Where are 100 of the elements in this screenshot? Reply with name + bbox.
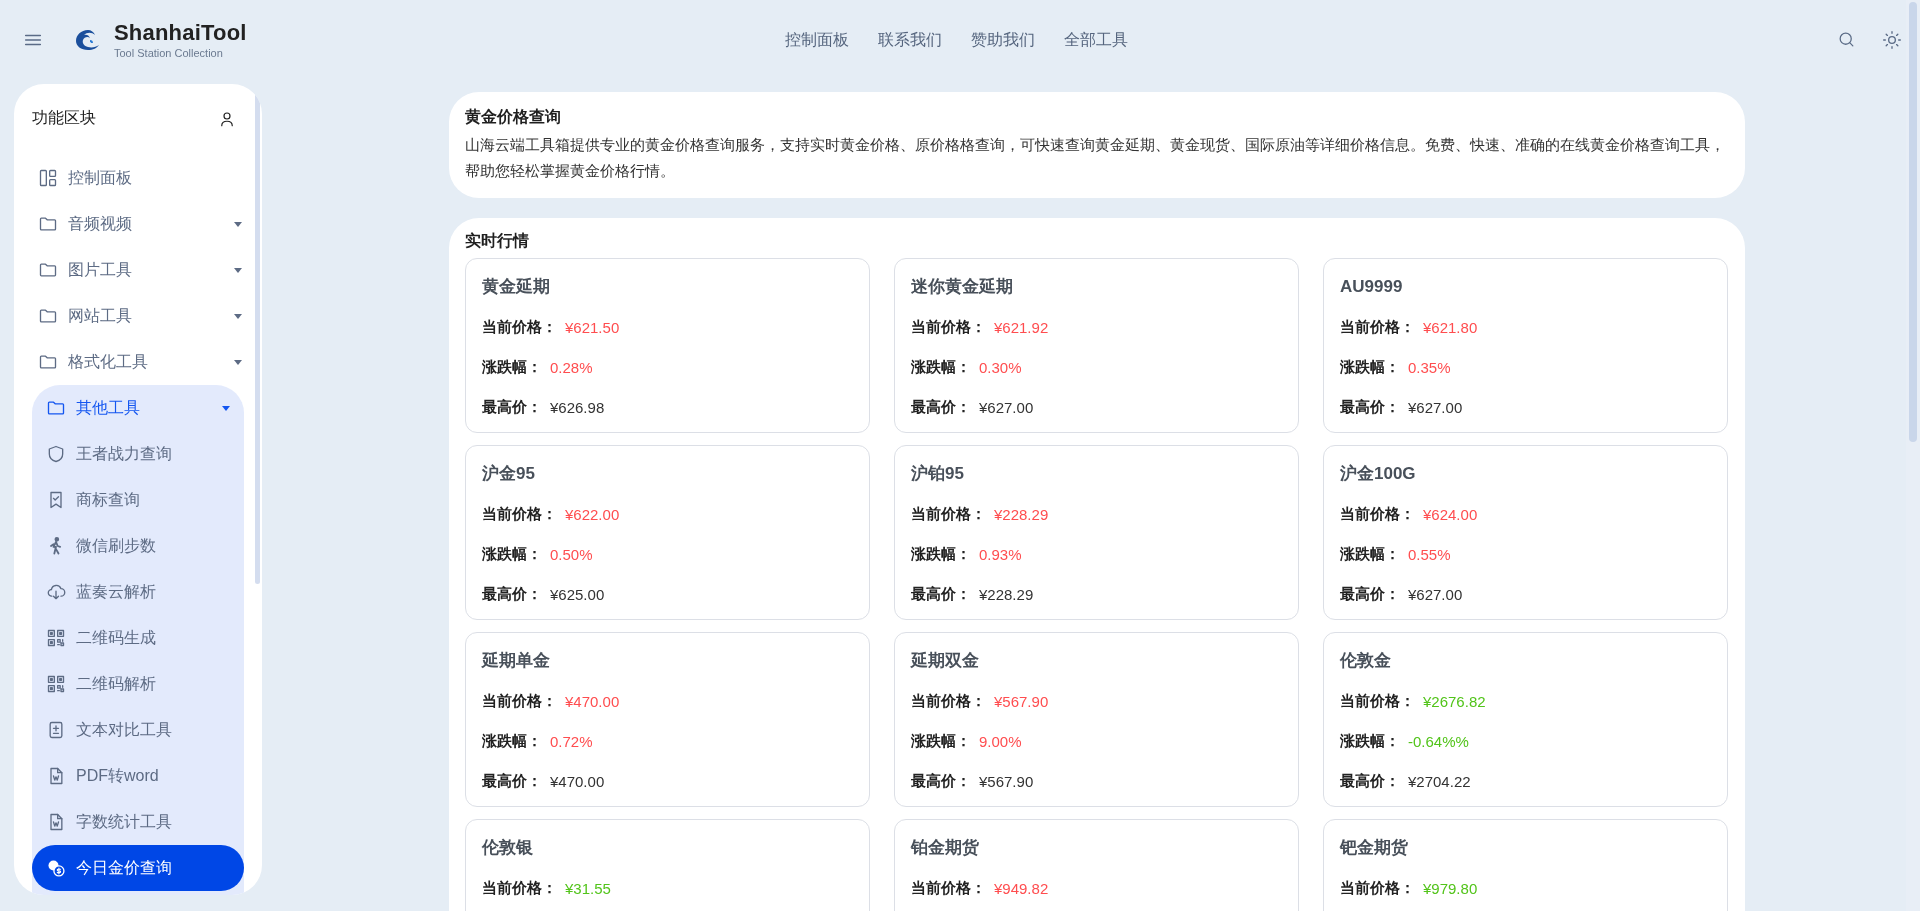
caret-icon xyxy=(234,221,242,227)
nav-link[interactable]: 全部工具 xyxy=(1064,25,1129,55)
sidebar-item[interactable]: 控制面板 xyxy=(14,155,262,201)
sidebar-item[interactable]: 图片工具 xyxy=(14,247,262,293)
field-label: 当前价格： xyxy=(482,878,557,898)
field-label: 涨跌幅： xyxy=(482,731,542,751)
card-title: 延期单金 xyxy=(482,650,551,672)
field-value: ¥31.55 xyxy=(565,879,611,897)
sidebar-item[interactable]: 商标查询 xyxy=(32,477,244,523)
field-label: 最高价： xyxy=(911,771,971,791)
dashboard-icon xyxy=(38,168,58,188)
intro-text: 山海云端工具箱提供专业的黄金价格查询服务，支持实时黄金价格、原价格格查询，可快速查询黄金延期、黄金现货、国际原油等详细价格信息。免费、快速、准确的在线黄金价格查询工具，帮助您轻松掌握黄金价格行情。 xyxy=(465,135,1726,181)
field-label: 当前价格： xyxy=(1340,691,1415,711)
shield-icon xyxy=(46,444,66,464)
cloud-download-icon xyxy=(46,582,66,602)
field-label: 涨跌幅： xyxy=(482,544,542,564)
qr-code-icon xyxy=(46,674,66,694)
sidebar-item[interactable]: 二维码解析 xyxy=(32,661,244,707)
field-label: 最高价： xyxy=(482,584,542,604)
field-label: 当前价格： xyxy=(1340,878,1415,898)
field-value: ¥567.90 xyxy=(994,692,1049,710)
field-label: 涨跌幅： xyxy=(1340,731,1400,751)
qr-code-icon xyxy=(46,628,66,648)
field-value: 0.28% xyxy=(550,358,593,376)
field-value: ¥627.00 xyxy=(1408,585,1463,603)
field-value: 0.72% xyxy=(550,732,593,750)
sidebar-item[interactable]: 字数统计工具 xyxy=(32,799,244,845)
field-value: -0.64%% xyxy=(1408,732,1469,750)
field-value: 0.35% xyxy=(1408,358,1451,376)
field-label: 最高价： xyxy=(482,771,542,791)
field-value: ¥470.00 xyxy=(565,692,620,710)
card-title: 钯金期货 xyxy=(1340,837,1409,859)
field-value: ¥624.00 xyxy=(1423,505,1478,523)
sidebar-item[interactable]: 微信刷步数 xyxy=(32,523,244,569)
card-title: 沪金95 xyxy=(482,463,536,485)
field-value: ¥621.80 xyxy=(1423,318,1478,336)
sidebar-item[interactable]: 蓝奏云解析 xyxy=(32,569,244,615)
field-value: ¥625.00 xyxy=(550,585,605,603)
field-value: ¥979.80 xyxy=(1423,879,1478,897)
field-label: 涨跌幅： xyxy=(1340,544,1400,564)
field-label: 当前价格： xyxy=(1340,317,1415,337)
card-title: 沪金100G xyxy=(1340,463,1417,485)
field-value: ¥626.98 xyxy=(550,398,605,416)
field-label: 当前价格： xyxy=(482,691,557,711)
brand-name: ShanhaiTool xyxy=(114,21,247,45)
card-title: 伦敦银 xyxy=(482,837,534,859)
field-label: 涨跌幅： xyxy=(1340,357,1400,377)
field-label: 最高价： xyxy=(1340,397,1400,417)
field-label: 最高价： xyxy=(1340,771,1400,791)
nav-link[interactable]: 赞助我们 xyxy=(971,25,1036,55)
field-label: 涨跌幅： xyxy=(911,544,971,564)
search-icon[interactable] xyxy=(1837,30,1856,49)
field-value: ¥621.50 xyxy=(565,318,620,336)
sidebar-item[interactable]: 格式化工具 xyxy=(14,339,262,385)
field-label: 最高价： xyxy=(482,397,542,417)
section-title: 实时行情 xyxy=(465,231,530,251)
field-value: 9.00% xyxy=(979,732,1022,750)
field-label: 当前价格： xyxy=(911,317,986,337)
sidebar-item[interactable]: 其他工具 xyxy=(32,385,244,431)
field-label: 当前价格： xyxy=(911,878,986,898)
field-label: 当前价格： xyxy=(1340,504,1415,524)
nav-link[interactable]: 控制面板 xyxy=(785,25,850,55)
card-title: 伦敦金 xyxy=(1340,650,1392,672)
sidebar-item[interactable]: 文本对比工具 xyxy=(32,707,244,753)
sidebar-title: 功能区块 xyxy=(32,108,96,128)
caret-icon xyxy=(234,313,242,319)
intro-title: 黄金价格查询 xyxy=(465,107,562,127)
field-value: ¥567.90 xyxy=(979,772,1034,790)
field-value: ¥621.92 xyxy=(994,318,1049,336)
card-title: 沪铂95 xyxy=(911,463,965,485)
caret-icon xyxy=(234,267,242,273)
field-value: 0.93% xyxy=(979,545,1022,563)
field-label: 最高价： xyxy=(911,584,971,604)
caret-icon xyxy=(222,405,230,411)
field-label: 最高价： xyxy=(1340,584,1400,604)
coins-icon xyxy=(46,858,66,878)
field-label: 涨跌幅： xyxy=(482,357,542,377)
field-label: 涨跌幅： xyxy=(911,357,971,377)
field-value: 0.30% xyxy=(979,358,1022,376)
nav-link[interactable]: 联系我们 xyxy=(878,25,943,55)
sidebar-item[interactable]: 音频视频 xyxy=(14,201,262,247)
field-label: 最高价： xyxy=(911,397,971,417)
sidebar-item[interactable]: PDF转word xyxy=(32,753,244,799)
field-value: ¥627.00 xyxy=(1408,398,1463,416)
field-value: 0.55% xyxy=(1408,545,1451,563)
sidebar-item[interactable]: 今日金价查询 xyxy=(32,845,244,891)
field-label: 当前价格： xyxy=(911,691,986,711)
user-icon[interactable] xyxy=(218,109,236,128)
brand-tagline: Tool Station Collection xyxy=(114,47,224,59)
card-title: 黄金延期 xyxy=(482,276,551,298)
field-value: ¥2704.22 xyxy=(1408,772,1471,790)
caret-icon xyxy=(234,359,242,365)
sidebar-item[interactable]: 网站工具 xyxy=(14,293,262,339)
field-value: ¥2676.82 xyxy=(1423,692,1486,710)
sidebar-item[interactable]: 王者战力查询 xyxy=(32,431,244,477)
sun-icon[interactable] xyxy=(1882,30,1902,50)
sidebar-item[interactable]: 二维码生成 xyxy=(32,615,244,661)
card-title: 铂金期货 xyxy=(911,837,980,859)
field-label: 当前价格： xyxy=(482,317,557,337)
field-label: 当前价格： xyxy=(482,504,557,524)
